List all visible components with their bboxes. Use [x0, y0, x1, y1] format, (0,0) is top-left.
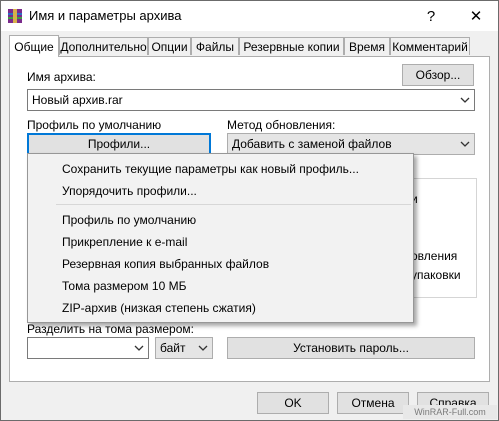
cancel-button[interactable]: Отмена	[337, 392, 409, 414]
update-method-label: Метод обновления:	[227, 118, 336, 132]
chevron-down-icon	[460, 93, 470, 107]
split-unit-value: байт	[160, 341, 186, 355]
update-method-value: Добавить с заменой файлов	[232, 137, 392, 151]
chevron-down-icon	[460, 137, 470, 151]
option-text-partial: овления	[411, 249, 458, 263]
archive-name-value: Новый архив.rar	[32, 93, 123, 107]
help-icon[interactable]: ?	[411, 1, 451, 31]
close-icon[interactable]: ✕	[456, 1, 496, 31]
split-size-combo[interactable]	[27, 337, 149, 359]
tab-options[interactable]: Опции	[148, 37, 191, 55]
menu-item-volumes-10mb[interactable]: Тома размером 10 МБ	[62, 279, 186, 293]
menu-item-backup-selected[interactable]: Резервная копия выбранных файлов	[62, 257, 269, 271]
set-password-button[interactable]: Установить пароль...	[227, 337, 475, 359]
default-profile-label: Профиль по умолчанию	[27, 118, 162, 132]
tab-time[interactable]: Время	[344, 37, 390, 55]
watermark: WinRAR-Full.com	[403, 405, 497, 419]
window-title: Имя и параметры архива	[29, 8, 182, 23]
option-text-partial: упаковки	[411, 268, 461, 282]
title-bar[interactable]: Имя и параметры архива ? ✕	[1, 1, 498, 31]
menu-item-email-attachment[interactable]: Прикрепление к e-mail	[62, 235, 187, 249]
profiles-button[interactable]: Профили...	[27, 133, 211, 155]
ok-button[interactable]: OK	[257, 392, 329, 414]
menu-item-save-profile[interactable]: Сохранить текущие параметры как новый пр…	[62, 162, 359, 176]
split-unit-select[interactable]: байт	[155, 337, 213, 359]
browse-button[interactable]: Обзор...	[402, 64, 474, 86]
chevron-down-icon	[198, 341, 208, 355]
update-method-select[interactable]: Добавить с заменой файлов	[227, 133, 475, 155]
menu-item-default-profile[interactable]: Профиль по умолчанию	[62, 213, 196, 227]
profiles-menu: Сохранить текущие параметры как новый пр…	[27, 153, 414, 323]
tab-backup[interactable]: Резервные копии	[239, 37, 344, 55]
archive-name-label: Имя архива:	[27, 70, 96, 84]
menu-separator	[56, 204, 411, 205]
split-volumes-label: Разделить на тома размером:	[27, 322, 194, 336]
tab-comment[interactable]: Комментарий	[390, 37, 470, 55]
menu-item-organize-profiles[interactable]: Упорядочить профили...	[62, 184, 197, 198]
archive-name-combo[interactable]: Новый архив.rar	[27, 89, 475, 111]
dialog-window: Имя и параметры архива ? ✕ Общие Дополни…	[0, 0, 499, 421]
winrar-icon	[7, 8, 23, 24]
chevron-down-icon	[134, 341, 144, 355]
menu-item-zip-low[interactable]: ZIP-архив (низкая степень сжатия)	[62, 301, 256, 315]
tab-general[interactable]: Общие	[9, 35, 59, 57]
tab-advanced[interactable]: Дополнительно	[59, 37, 148, 55]
tab-files[interactable]: Файлы	[191, 37, 239, 55]
